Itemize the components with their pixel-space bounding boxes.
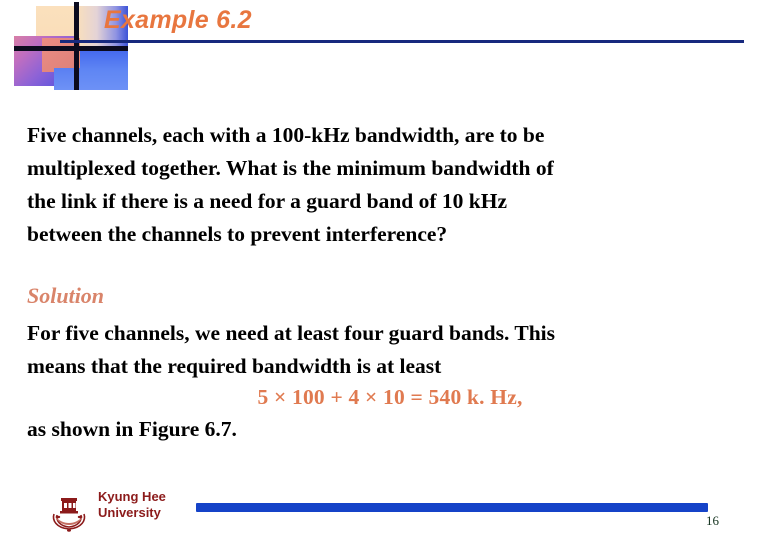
title-divider-rule [60,40,744,43]
solution-closing-line: as shown in Figure 6.7. [27,417,237,441]
ornament-block-blue [80,46,128,90]
footer-university-line-1: Kyung Hee [98,489,166,504]
slide-canvas: Example 6.2 Five channels, each with a 1… [0,0,780,540]
solution-formula: 5 × 100 + 4 × 10 = 540 k. Hz, [257,385,523,409]
solution-paragraph: For five channels, we need at least four… [27,317,750,383]
kyung-hee-university-crest-icon [48,492,90,534]
ornament-horizontal-bar [14,46,128,51]
question-line-1: Five channels, each with a 100-kHz bandw… [27,123,545,147]
page-title: Example 6.2 [104,6,252,34]
solution-line-1: For five channels, we need at least four… [27,321,555,345]
question-paragraph: Five channels, each with a 100-kHz bandw… [27,119,747,251]
footer-accent-bar [196,503,708,512]
page-number: 16 [706,513,719,528]
solution-line-2: means that the required bandwidth is at … [27,354,442,378]
question-line-4: between the channels to prevent interfer… [27,222,448,246]
footer-university-line-2: University [98,505,161,520]
footer-university-name: Kyung Hee University [98,489,166,521]
question-line-2: multiplexed together. What is the minimu… [27,156,554,180]
solution-heading: Solution [27,283,105,308]
question-line-3: the link if there is a need for a guard … [27,189,508,213]
